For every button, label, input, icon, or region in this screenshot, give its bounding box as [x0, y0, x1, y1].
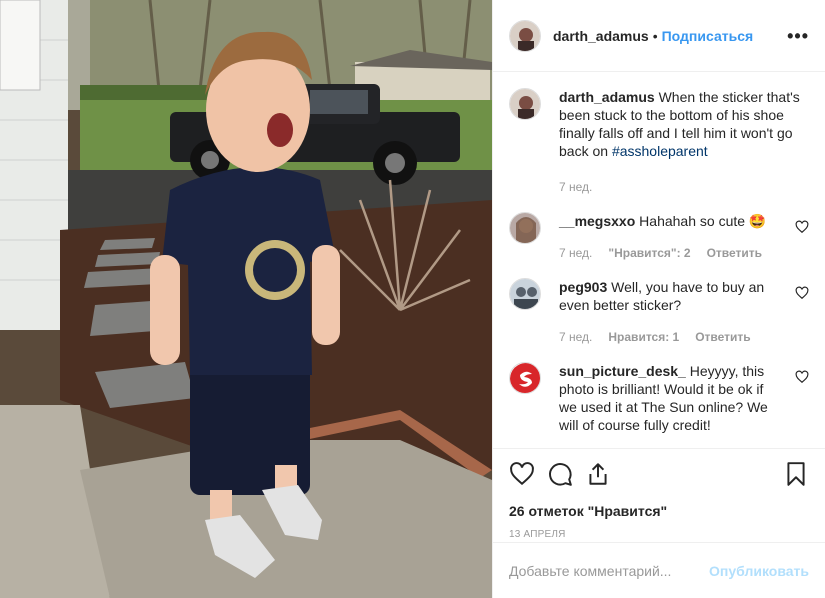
crying-boy-photo [0, 0, 492, 598]
comment-avatar[interactable] [509, 278, 541, 310]
separator-dot: • [652, 27, 658, 44]
add-comment-bar: Добавьте комментарий... Опубликовать [493, 542, 825, 598]
comment-text: Hahahah so cute 🤩 [639, 213, 767, 229]
caption-avatar[interactable] [509, 88, 541, 120]
comment-likes[interactable]: Нравится: 1 [608, 328, 679, 346]
author-username[interactable]: darth_adamus [553, 28, 649, 44]
post-header: darth_adamus • Подписаться ••• [493, 0, 825, 72]
comment-time[interactable]: 7 нед. [559, 328, 592, 346]
publish-button[interactable]: Опубликовать [709, 563, 809, 579]
comment-username[interactable]: sun_picture_desk_ [559, 363, 686, 379]
comment-avatar[interactable] [509, 212, 541, 244]
post-photo[interactable] [0, 0, 492, 598]
instagram-post: darth_adamus • Подписаться ••• darth_ada… [0, 0, 825, 598]
more-icon[interactable]: ••• [787, 27, 809, 45]
comment-icon[interactable] [547, 461, 573, 487]
comment-username[interactable]: __megsxxo [559, 213, 635, 229]
author-avatar[interactable] [509, 19, 541, 52]
caption: darth_adamus When the sticker that's bee… [509, 88, 809, 196]
follow-button[interactable]: Подписаться [662, 28, 754, 44]
comment-item: peg903 Well, you have to buy an even bet… [509, 278, 809, 346]
caption-hashtag[interactable]: #assholeparent [612, 143, 708, 159]
comment-username[interactable]: peg903 [559, 279, 607, 295]
caption-time[interactable]: 7 нед. [559, 178, 592, 196]
comment-item: __megsxxo Hahahah so cute 🤩 7 нед. "Нрав… [509, 212, 809, 262]
comment-like-heart-icon[interactable] [795, 286, 809, 300]
bookmark-icon[interactable] [783, 461, 809, 487]
reply-button[interactable]: Ответить [707, 244, 762, 262]
comment-like-heart-icon[interactable] [795, 220, 809, 234]
comment-likes[interactable]: "Нравится": 2 [608, 244, 690, 262]
post-side-panel: darth_adamus • Подписаться ••• darth_ada… [492, 0, 825, 598]
comment-like-heart-icon[interactable] [795, 370, 809, 384]
comment-item: sun_picture_desk_ Heyyyy, this photo is … [509, 362, 809, 434]
post-date[interactable]: 13 АПРЕЛЯ [509, 529, 809, 540]
comment-time[interactable]: 7 нед. [559, 244, 592, 262]
comment-avatar[interactable] [509, 362, 541, 394]
reply-button[interactable]: Ответить [695, 328, 750, 346]
caption-username[interactable]: darth_adamus [559, 89, 655, 105]
add-comment-input[interactable]: Добавьте комментарий... [509, 563, 709, 579]
share-icon[interactable] [585, 461, 611, 487]
comments-list: darth_adamus When the sticker that's bee… [493, 72, 825, 448]
heart-icon[interactable] [509, 461, 535, 487]
post-actions: 26 отметок "Нравится" 13 АПРЕЛЯ [493, 448, 825, 540]
likes-count[interactable]: 26 отметок "Нравится" [509, 503, 809, 519]
